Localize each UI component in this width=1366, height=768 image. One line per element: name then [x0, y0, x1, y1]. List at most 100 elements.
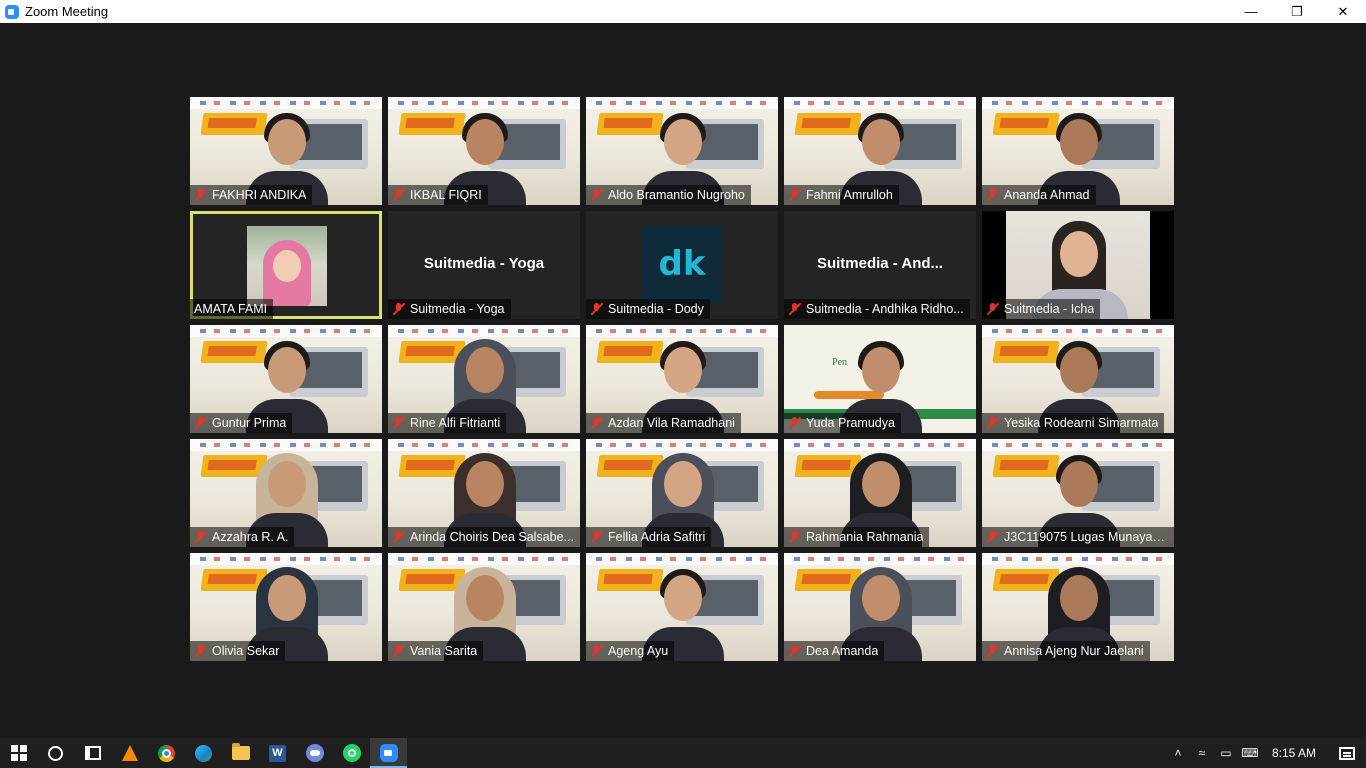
- participant-tile[interactable]: Suitmedia - And... Suitmedia - Andhika Ri…: [784, 211, 976, 319]
- participant-name-bar: Azzahra R. A.: [190, 527, 295, 547]
- participant-name: Rine Alfi Fitrianti: [410, 416, 501, 430]
- chrome-taskbar-button[interactable]: [148, 738, 185, 768]
- system-tray: ˄ ≈ ▭ ⌨ 8:15 AM: [1166, 738, 1366, 768]
- wifi-icon[interactable]: ≈: [1190, 738, 1214, 768]
- participant-name-bar: Fahmi Amrulloh: [784, 185, 899, 205]
- participant-tile[interactable]: Dea Amanda: [784, 553, 976, 661]
- search-icon: [48, 745, 63, 761]
- mic-muted-icon: [194, 416, 208, 430]
- mic-muted-icon: [590, 302, 604, 316]
- mic-muted-icon: [392, 302, 406, 316]
- gallery-grid: FAKHRI ANDIKA IKBAL FIQRI Aldo Bramantio N…: [190, 97, 1174, 661]
- mic-muted-icon: [590, 416, 604, 430]
- participant-tile[interactable]: Suitmedia - Yoga Suitmedia - Yoga: [388, 211, 580, 319]
- show-hidden-icons-icon[interactable]: ˄: [1166, 738, 1190, 768]
- mic-muted-icon: [590, 644, 604, 658]
- event-banner: [784, 439, 976, 451]
- edge-taskbar-button[interactable]: [185, 738, 222, 768]
- participant-name: AMATA FAMI: [194, 302, 268, 316]
- participant-name: Yuda Pramudya: [806, 416, 895, 430]
- participant-tile[interactable]: Azzahra R. A.: [190, 439, 382, 547]
- participant-name-bar: Azdan Vila Ramadhani: [586, 413, 741, 433]
- mic-muted-icon: [194, 644, 208, 658]
- participant-name: Azzahra R. A.: [212, 530, 289, 544]
- mic-muted-icon: [194, 188, 208, 202]
- profile-logo: dk: [642, 225, 722, 303]
- participant-tile[interactable]: Olivia Sekar: [190, 553, 382, 661]
- participant-tile[interactable]: FAKHRI ANDIKA: [190, 97, 382, 205]
- zoom-taskbar-button[interactable]: [370, 738, 407, 768]
- restore-button[interactable]: ❐: [1274, 0, 1320, 23]
- participant-name-bar: Vania Sarita: [388, 641, 484, 661]
- whatsapp-taskbar-button[interactable]: [333, 738, 370, 768]
- windows-logo-icon: [10, 745, 27, 761]
- mic-muted-icon: [590, 530, 604, 544]
- participant-tile[interactable]: Fellia Adria Safitri: [586, 439, 778, 547]
- event-banner: [190, 553, 382, 565]
- participant-name: Suitmedia - Andhika Ridho...: [806, 302, 964, 316]
- participant-tile[interactable]: Guntur Prima: [190, 325, 382, 433]
- zoom-app-icon: [5, 4, 19, 19]
- participant-tile[interactable]: AMATA FAMI: [190, 211, 382, 319]
- participant-tile[interactable]: Ageng Ayu: [586, 553, 778, 661]
- participant-tile[interactable]: Arinda Choiris Dea Salsabe...: [388, 439, 580, 547]
- participant-name-bar: Dea Amanda: [784, 641, 885, 661]
- minimize-button[interactable]: —: [1228, 0, 1274, 23]
- participant-tile[interactable]: Fahmi Amrulloh: [784, 97, 976, 205]
- participant-name: Ageng Ayu: [608, 644, 669, 658]
- event-banner: [190, 439, 382, 451]
- window-controls: — ❐ ✕: [1228, 0, 1366, 23]
- participant-tile[interactable]: Ananda Ahmad: [982, 97, 1174, 205]
- participant-name-center: Suitmedia - And...: [816, 255, 944, 272]
- event-banner: [586, 97, 778, 109]
- vlc-taskbar-button[interactable]: [111, 738, 148, 768]
- participant-name-bar: Suitmedia - Yoga: [388, 299, 511, 319]
- participant-tile[interactable]: J3C119075 Lugas Munayas...: [982, 439, 1174, 547]
- mic-muted-icon: [194, 530, 208, 544]
- participant-tile[interactable]: Aldo Bramantio Nugroho: [586, 97, 778, 205]
- keyboard-icon[interactable]: ⌨: [1238, 738, 1262, 768]
- participant-tile[interactable]: Yesika Rodearni Simarmata: [982, 325, 1174, 433]
- participant-name-center: Suitmedia - Yoga: [423, 255, 545, 272]
- participant-name: Vania Sarita: [410, 644, 478, 658]
- event-banner: [388, 97, 580, 109]
- participant-name-bar: Yesika Rodearni Simarmata: [982, 413, 1165, 433]
- participant-tile[interactable]: Pen n Yuda Pramudya: [784, 325, 976, 433]
- participant-name: Suitmedia - Dody: [608, 302, 704, 316]
- participant-name-bar: Olivia Sekar: [190, 641, 286, 661]
- participant-name-bar: IKBAL FIQRI: [388, 185, 488, 205]
- participant-tile[interactable]: Suitmedia - Icha: [982, 211, 1174, 319]
- participant-name-bar: FAKHRI ANDIKA: [190, 185, 313, 205]
- mic-muted-icon: [392, 188, 406, 202]
- participant-tile[interactable]: Vania Sarita: [388, 553, 580, 661]
- participant-name: Dea Amanda: [806, 644, 879, 658]
- action-center-button[interactable]: [1328, 738, 1366, 768]
- participant-tile[interactable]: Rahmania Rahmania: [784, 439, 976, 547]
- participant-name-bar: Guntur Prima: [190, 413, 293, 433]
- discord-taskbar-button[interactable]: [296, 738, 333, 768]
- search-button[interactable]: [37, 738, 74, 768]
- mic-muted-icon: [986, 302, 1000, 316]
- mic-muted-icon: [788, 530, 802, 544]
- participant-name: Fellia Adria Safitri: [608, 530, 706, 544]
- event-banner: [388, 325, 580, 337]
- word-taskbar-button[interactable]: W: [259, 738, 296, 768]
- mic-muted-icon: [788, 416, 802, 430]
- mic-muted-icon: [986, 644, 1000, 658]
- file-explorer-taskbar-button[interactable]: [222, 738, 259, 768]
- event-banner: [586, 439, 778, 451]
- participant-name-bar: AMATA FAMI: [190, 299, 274, 319]
- task-view-button[interactable]: [74, 738, 111, 768]
- participant-tile[interactable]: Azdan Vila Ramadhani: [586, 325, 778, 433]
- battery-icon[interactable]: ▭: [1214, 738, 1238, 768]
- mic-muted-icon: [986, 416, 1000, 430]
- participant-tile[interactable]: Annisa Ajeng Nur Jaelani: [982, 553, 1174, 661]
- participant-tile[interactable]: IKBAL FIQRI: [388, 97, 580, 205]
- participant-name-bar: Ananda Ahmad: [982, 185, 1096, 205]
- notification-icon: [1339, 746, 1355, 760]
- participant-tile[interactable]: Rine Alfi Fitrianti: [388, 325, 580, 433]
- taskbar-clock[interactable]: 8:15 AM: [1272, 746, 1316, 760]
- close-button[interactable]: ✕: [1320, 0, 1366, 23]
- start-button[interactable]: [0, 738, 37, 768]
- participant-tile[interactable]: dk Suitmedia - Dody: [586, 211, 778, 319]
